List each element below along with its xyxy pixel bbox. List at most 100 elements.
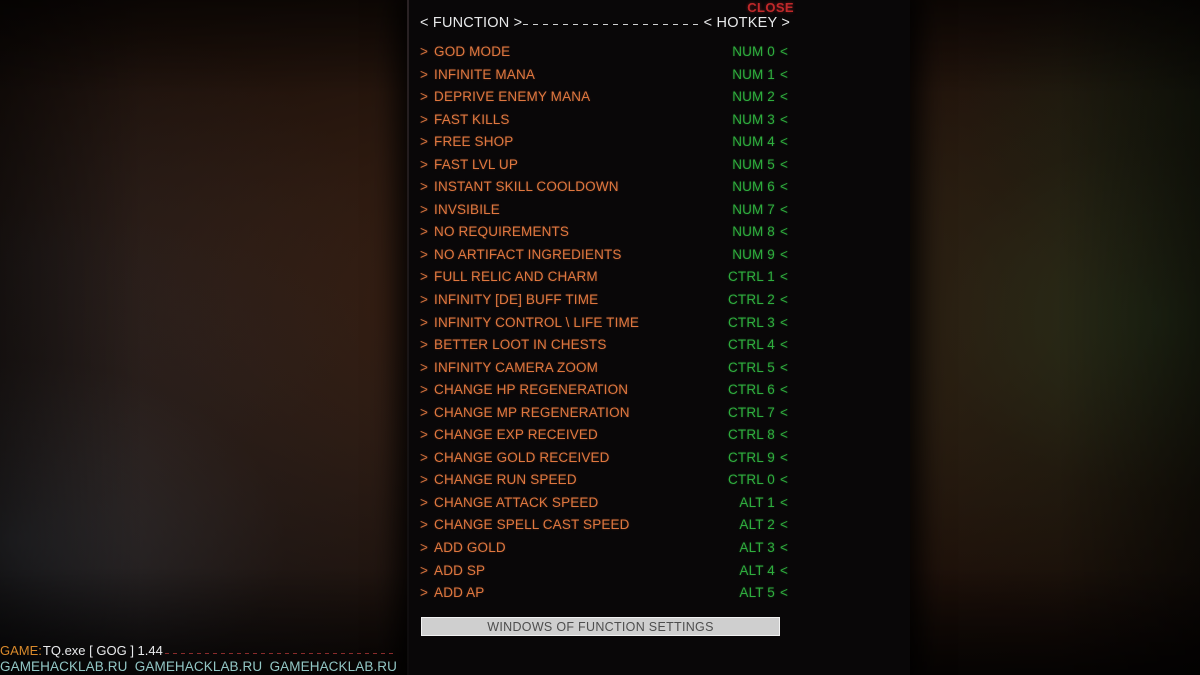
cheat-row[interactable]: > INFINITY CONTROL \ LIFE TIME CTRL 3 <: [420, 315, 788, 338]
cheat-hotkey[interactable]: NUM 5 <: [732, 157, 788, 172]
chevron-right-icon: >: [420, 585, 429, 601]
cheat-row[interactable]: > FREE SHOP NUM 4 <: [420, 134, 788, 157]
chevron-left-icon: <: [779, 179, 788, 195]
cheat-hotkey[interactable]: ALT 1 <: [739, 495, 788, 510]
cheat-name: FAST LVL UP: [434, 156, 518, 172]
cheat-hotkey-value: ALT 2: [739, 517, 775, 533]
cheat-function-label: > INFINITY CONTROL \ LIFE TIME: [420, 315, 728, 330]
cheat-function-label: > BETTER LOOT IN CHESTS: [420, 337, 728, 352]
chevron-left-icon: <: [779, 89, 788, 105]
cheat-function-label: > FULL RELIC AND CHARM: [420, 269, 728, 284]
cheat-row[interactable]: > CHANGE EXP RECEIVED CTRL 8 <: [420, 427, 788, 450]
cheat-hotkey-value: ALT 3: [739, 540, 775, 556]
cheat-name: DEPRIVE ENEMY MANA: [434, 89, 591, 105]
watermark-text: GAMEHACKLAB.RU: [269, 658, 397, 674]
cheat-row[interactable]: > FAST LVL UP NUM 5 <: [420, 157, 788, 180]
cheat-hotkey[interactable]: ALT 4 <: [739, 563, 788, 578]
cheat-hotkey[interactable]: CTRL 2 <: [728, 292, 788, 307]
cheat-row[interactable]: > NO REQUIREMENTS NUM 8 <: [420, 224, 788, 247]
cheat-hotkey[interactable]: NUM 7 <: [732, 202, 788, 217]
cheat-hotkey[interactable]: NUM 3 <: [732, 112, 788, 127]
cheat-row[interactable]: > INVSIBILE NUM 7 <: [420, 202, 788, 225]
cheat-hotkey[interactable]: NUM 9 <: [732, 247, 788, 262]
cheat-row[interactable]: > FAST KILLS NUM 3 <: [420, 112, 788, 135]
cheat-hotkey[interactable]: CTRL 3 <: [728, 315, 788, 330]
cheat-hotkey-value: ALT 5: [739, 585, 775, 601]
cheat-function-label: > DEPRIVE ENEMY MANA: [420, 89, 732, 104]
cheat-hotkey[interactable]: NUM 4 <: [732, 134, 788, 149]
cheat-function-label: > INSTANT SKILL COOLDOWN: [420, 179, 732, 194]
cheat-row[interactable]: > CHANGE SPELL CAST SPEED ALT 2 <: [420, 517, 788, 540]
cheat-row[interactable]: > INFINITE MANA NUM 1 <: [420, 67, 788, 90]
cheat-row[interactable]: > FULL RELIC AND CHARM CTRL 1 <: [420, 269, 788, 292]
cheat-hotkey[interactable]: NUM 2 <: [732, 89, 788, 104]
cheat-row[interactable]: > INFINITY [DE] BUFF TIME CTRL 2 <: [420, 292, 788, 315]
panel-left-edge: [407, 0, 409, 675]
cheat-hotkey-value: CTRL 0: [728, 472, 775, 488]
cheat-name: ADD GOLD: [434, 540, 506, 556]
cheat-row[interactable]: > CHANGE RUN SPEED CTRL 0 <: [420, 472, 788, 495]
cheat-hotkey[interactable]: CTRL 4 <: [728, 337, 788, 352]
cheat-row[interactable]: > INSTANT SKILL COOLDOWN NUM 6 <: [420, 179, 788, 202]
cheat-name: FAST KILLS: [434, 111, 510, 127]
cheat-function-label: > INFINITE MANA: [420, 67, 732, 82]
cheat-row[interactable]: > GOD MODE NUM 0 <: [420, 44, 788, 67]
cheat-hotkey[interactable]: ALT 3 <: [739, 540, 788, 555]
header-dashed-rule: [523, 23, 703, 25]
chevron-left-icon: <: [779, 111, 788, 127]
cheat-name: NO ARTIFACT INGREDIENTS: [434, 246, 622, 262]
chevron-left-icon: <: [779, 359, 788, 375]
windows-of-function-settings-button[interactable]: WINDOWS OF FUNCTION SETTINGS: [421, 617, 780, 636]
cheat-hotkey-value: CTRL 2: [728, 292, 775, 308]
cheat-hotkey[interactable]: NUM 6 <: [732, 179, 788, 194]
chevron-right-icon: >: [420, 337, 429, 353]
cheat-row[interactable]: > BETTER LOOT IN CHESTS CTRL 4 <: [420, 337, 788, 360]
cheat-hotkey[interactable]: NUM 1 <: [732, 67, 788, 82]
cheat-name: CHANGE GOLD RECEIVED: [434, 449, 610, 465]
cheat-hotkey-value: ALT 1: [739, 494, 775, 510]
cheat-row[interactable]: > ADD AP ALT 5 <: [420, 585, 788, 608]
cheat-hotkey[interactable]: NUM 0 <: [732, 44, 788, 59]
cheat-row[interactable]: > CHANGE ATTACK SPEED ALT 1 <: [420, 495, 788, 518]
cheat-hotkey[interactable]: CTRL 1 <: [728, 269, 788, 284]
cheat-hotkey[interactable]: CTRL 6 <: [728, 382, 788, 397]
cheat-hotkey[interactable]: ALT 2 <: [739, 517, 788, 532]
cheat-hotkey-value: NUM 8: [732, 224, 775, 240]
cheat-row[interactable]: > DEPRIVE ENEMY MANA NUM 2 <: [420, 89, 788, 112]
settings-button-label: WINDOWS OF FUNCTION SETTINGS: [487, 619, 714, 634]
cheat-hotkey-value: CTRL 7: [728, 404, 775, 420]
game-info-line: GAME: TQ.exe [ GOG ] 1.44: [0, 643, 395, 658]
cheat-hotkey[interactable]: CTRL 7 <: [728, 405, 788, 420]
cheat-name: CHANGE HP REGENERATION: [434, 382, 629, 398]
cheat-name: CHANGE EXP RECEIVED: [434, 427, 598, 443]
chevron-left-icon: <: [779, 517, 788, 533]
chevron-left-icon: <: [779, 337, 788, 353]
cheat-function-label: > CHANGE ATTACK SPEED: [420, 495, 739, 510]
cheat-row[interactable]: > CHANGE GOLD RECEIVED CTRL 9 <: [420, 450, 788, 473]
cheat-hotkey-value: NUM 7: [732, 201, 775, 217]
cheat-function-label: > CHANGE HP REGENERATION: [420, 382, 728, 397]
cheat-hotkey[interactable]: CTRL 0 <: [728, 472, 788, 487]
chevron-left-icon: <: [779, 44, 788, 59]
cheat-list: > GOD MODE NUM 0 < > INFINITE MANA NUM 1 < > DEPR…: [420, 44, 788, 608]
chevron-left-icon: <: [779, 540, 788, 556]
cheat-hotkey[interactable]: CTRL 9 <: [728, 450, 788, 465]
chevron-right-icon: >: [420, 540, 429, 556]
chevron-right-icon: >: [420, 246, 429, 262]
cheat-hotkey[interactable]: CTRL 5 <: [728, 360, 788, 375]
cheat-hotkey-value: NUM 6: [732, 179, 775, 195]
watermark-row: GAMEHACKLAB.RU GAMEHACKLAB.RU GAMEHACKLAB.…: [0, 658, 397, 674]
cheat-hotkey-value: NUM 5: [732, 156, 775, 172]
cheat-row[interactable]: > CHANGE MP REGENERATION CTRL 7 <: [420, 405, 788, 428]
cheat-hotkey[interactable]: NUM 8 <: [732, 224, 788, 239]
cheat-row[interactable]: > NO ARTIFACT INGREDIENTS NUM 9 <: [420, 247, 788, 270]
cheat-row[interactable]: > INFINITY CAMERA ZOOM CTRL 5 <: [420, 360, 788, 383]
cheat-hotkey[interactable]: ALT 5 <: [739, 585, 788, 600]
cheat-hotkey[interactable]: CTRL 8 <: [728, 427, 788, 442]
cheat-row[interactable]: > ADD SP ALT 4 <: [420, 563, 788, 586]
cheat-row[interactable]: > ADD GOLD ALT 3 <: [420, 540, 788, 563]
cheat-hotkey-value: CTRL 3: [728, 314, 775, 330]
watermark-text: GAMEHACKLAB.RU: [0, 658, 128, 674]
cheat-row[interactable]: > CHANGE HP REGENERATION CTRL 6 <: [420, 382, 788, 405]
cheat-function-label: > INFINITY [DE] BUFF TIME: [420, 292, 728, 307]
